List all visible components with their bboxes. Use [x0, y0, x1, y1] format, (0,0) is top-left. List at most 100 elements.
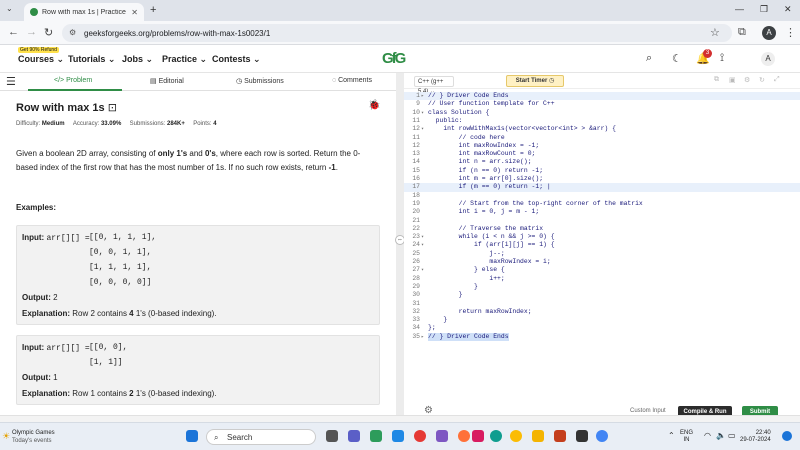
- address-bar[interactable]: ⚙ geeksforgeeks.org/problems/row-with-ma…: [62, 24, 732, 42]
- fold-toggle-icon[interactable]: ▸: [421, 333, 426, 341]
- edge-icon[interactable]: [490, 430, 502, 442]
- code-line[interactable]: 34};: [404, 324, 800, 332]
- code-line[interactable]: 12 int maxRowIndex = -1;: [404, 142, 800, 150]
- code-line[interactable]: 30 }: [404, 291, 800, 299]
- language-select[interactable]: C++ (g++ 5.4) ⌄: [414, 76, 454, 95]
- tab-list-chevron-icon[interactable]: ⌄: [6, 4, 13, 13]
- close-window-icon[interactable]: ✕: [784, 4, 792, 15]
- bookmark-icon[interactable]: ⊡: [108, 102, 117, 114]
- weather-icon[interactable]: ☀: [2, 431, 10, 442]
- firefox-icon[interactable]: [458, 430, 470, 442]
- code-line[interactable]: 22 // Traverse the matrix: [404, 225, 800, 233]
- notification-center-icon[interactable]: [782, 431, 792, 441]
- volume-icon[interactable]: 🔈: [716, 431, 726, 440]
- search-icon[interactable]: ⌕: [646, 52, 652, 65]
- code-line[interactable]: 10 ▾ class Solution {: [404, 109, 800, 117]
- code-line[interactable]: 32 return maxRowIndex;: [404, 308, 800, 316]
- minimize-window-icon[interactable]: —: [735, 4, 744, 14]
- code-line[interactable]: 19 // Start from the top-right corner of…: [404, 200, 800, 208]
- weather-widget[interactable]: Olympic Games Today's events: [12, 429, 55, 445]
- user-avatar[interactable]: A: [761, 52, 775, 66]
- fold-toggle-icon[interactable]: ▾: [421, 125, 426, 133]
- reset-icon[interactable]: ↻: [759, 76, 765, 84]
- taskbar-search[interactable]: ⌕ Search: [206, 429, 316, 445]
- code-line[interactable]: 9 // User function template for C++: [404, 100, 800, 108]
- code-line[interactable]: 1 ▸// } Driver Code Ends: [404, 92, 800, 101]
- forward-icon[interactable]: →: [26, 26, 37, 38]
- code-line[interactable]: 20 int i = 0, j = m - 1;: [404, 208, 800, 216]
- dark-mode-icon[interactable]: ☾: [672, 52, 682, 65]
- bug-report-icon[interactable]: 🐞: [368, 100, 380, 111]
- chat-app-icon[interactable]: [348, 430, 360, 442]
- code-line[interactable]: 27 ▾ } else {: [404, 266, 800, 274]
- tray-chevron-icon[interactable]: ⌃: [668, 431, 675, 440]
- image-app-icon[interactable]: [370, 430, 382, 442]
- chrome-active-icon[interactable]: [596, 430, 608, 442]
- copy-icon[interactable]: ⧉: [714, 76, 719, 84]
- video-app-icon[interactable]: [472, 430, 484, 442]
- tab-submissions[interactable]: ◷ Submissions: [236, 77, 284, 85]
- code-line[interactable]: 11 public:: [404, 117, 800, 125]
- code-line[interactable]: 18: [404, 192, 800, 200]
- powerpoint-icon[interactable]: [554, 430, 566, 442]
- app-icon[interactable]: [576, 430, 588, 442]
- app-icon[interactable]: [436, 430, 448, 442]
- fold-toggle-icon[interactable]: ▾: [421, 266, 426, 274]
- code-line[interactable]: 31: [404, 300, 800, 308]
- extensions-icon[interactable]: ⧉: [738, 26, 746, 39]
- nav-courses[interactable]: Courses ⌄: [18, 54, 64, 65]
- reload-icon[interactable]: ↻: [44, 26, 53, 39]
- code-line[interactable]: 11 // code here: [404, 134, 800, 142]
- template-icon[interactable]: ▣: [729, 76, 736, 84]
- tab-comments[interactable]: ◌ Comments: [332, 77, 372, 84]
- file-explorer-icon[interactable]: [532, 430, 544, 442]
- code-line[interactable]: 33 }: [404, 316, 800, 324]
- task-view-icon[interactable]: [326, 430, 338, 442]
- code-line[interactable]: 23 ▾ while (i < n && j >= 0) {: [404, 233, 800, 241]
- nav-practice[interactable]: Practice ⌄: [162, 54, 207, 65]
- tab-editorial[interactable]: ▤ Editorial: [150, 77, 184, 85]
- fold-toggle-icon[interactable]: ▾: [421, 241, 426, 249]
- browser-menu-icon[interactable]: ⋮: [785, 26, 796, 39]
- code-line[interactable]: 21: [404, 217, 800, 225]
- nav-jobs[interactable]: Jobs ⌄: [122, 54, 153, 65]
- refund-badge[interactable]: Get 90% Refund: [18, 47, 59, 53]
- code-area[interactable]: 1 ▸// } Driver Code Ends 9// User function…: [404, 92, 800, 382]
- opera-icon[interactable]: [414, 430, 426, 442]
- nav-tutorials[interactable]: Tutorials ⌄: [68, 54, 115, 65]
- fullscreen-icon[interactable]: ⤢: [774, 76, 780, 84]
- custom-input-toggle[interactable]: Custom Input: [630, 408, 666, 414]
- tab-problem[interactable]: </> Problem: [54, 77, 92, 84]
- code-line[interactable]: 24 ▾ if (arr[i][j] == 1) {: [404, 241, 800, 249]
- code-line[interactable]: 17 if (m == 0) return -1; |: [404, 183, 800, 192]
- new-tab-icon[interactable]: +: [150, 4, 156, 16]
- gfg-logo[interactable]: GfG: [382, 50, 406, 67]
- start-timer-button[interactable]: Start Timer ◷: [506, 75, 564, 87]
- close-tab-icon[interactable]: ✕: [131, 8, 138, 17]
- code-line[interactable]: 35 ▸// } Driver Code Ends: [404, 332, 800, 341]
- profile-avatar[interactable]: A: [762, 26, 776, 40]
- fold-toggle-icon[interactable]: ▾: [421, 109, 426, 117]
- browser-tab[interactable]: Row with max 1s | Practice | Ge ✕: [24, 3, 144, 21]
- language-indicator[interactable]: ENG IN: [680, 430, 693, 444]
- code-line[interactable]: 29 }: [404, 283, 800, 291]
- back-icon[interactable]: ←: [8, 26, 19, 38]
- horizontal-scrollbar[interactable]: [0, 415, 800, 422]
- code-line[interactable]: 15 if (n == 0) return -1;: [404, 167, 800, 175]
- code-line[interactable]: 26 maxRowIndex = i;: [404, 258, 800, 266]
- code-line[interactable]: 25 j--;: [404, 250, 800, 258]
- settings-icon[interactable]: ⚙: [744, 76, 750, 84]
- start-menu-icon[interactable]: [186, 430, 198, 442]
- store-icon[interactable]: [392, 430, 404, 442]
- fold-toggle-icon[interactable]: ▸: [421, 92, 426, 100]
- bookmark-star-icon[interactable]: ☆: [710, 26, 720, 39]
- translate-icon[interactable]: ⟟: [720, 52, 724, 65]
- hamburger-menu-icon[interactable]: ☰: [6, 75, 16, 88]
- fold-toggle-icon[interactable]: ▾: [421, 233, 426, 241]
- wifi-icon[interactable]: ◠: [704, 431, 711, 440]
- site-info-icon[interactable]: ⚙: [69, 28, 76, 37]
- maximize-window-icon[interactable]: ❐: [760, 4, 768, 15]
- clock[interactable]: 22:40 29-07-2024: [740, 430, 771, 444]
- code-line[interactable]: 14 int n = arr.size();: [404, 158, 800, 166]
- code-line[interactable]: 16 int m = arr[0].size();: [404, 175, 800, 183]
